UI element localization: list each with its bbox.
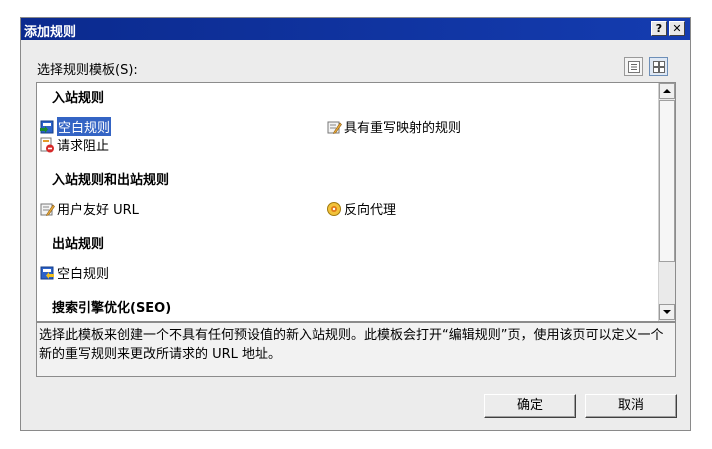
title-bar: 添加规则 ? ✕ <box>21 18 690 40</box>
window-title: 添加规则 <box>24 25 77 40</box>
arrow-up-icon <box>663 89 671 93</box>
template-label: 空白规则 <box>57 267 110 282</box>
template-label: 空白规则 <box>57 117 112 136</box>
template-request-block[interactable]: 请求阻止 <box>39 135 109 154</box>
blank-rule-icon <box>40 120 54 133</box>
template-label: 请求阻止 <box>57 139 110 154</box>
group-heading-seo: 搜索引擎优化(SEO) <box>52 301 172 316</box>
add-rule-dialog: 添加规则 ? ✕ 选择规则模板(S): 入站规则 空白规则 具有重写映射的规则 … <box>20 17 691 431</box>
tile-view-icon <box>653 61 665 73</box>
template-friendly-url[interactable]: 用户友好 URL <box>39 199 139 218</box>
template-label: 反向代理 <box>344 203 397 218</box>
scroll-down-button[interactable] <box>659 304 675 320</box>
template-label: 选择规则模板(S): <box>37 63 138 78</box>
close-button[interactable]: ✕ <box>669 21 685 36</box>
arrow-down-icon <box>663 310 671 314</box>
list-view-icon <box>628 61 640 73</box>
rewrite-map-icon <box>327 121 342 134</box>
reverse-proxy-icon <box>327 201 341 216</box>
ok-button[interactable]: 确定 <box>484 394 576 418</box>
template-description: 选择此模板来创建一个不具有任何预设值的新入站规则。此模板会打开“编辑规则”页，使… <box>36 322 676 377</box>
request-block-icon <box>40 137 54 152</box>
template-list[interactable]: 入站规则 空白规则 具有重写映射的规则 请求阻止 入站规则和出站规则 用户友好 … <box>36 82 676 322</box>
cancel-button[interactable]: 取消 <box>585 394 677 418</box>
vertical-scrollbar[interactable] <box>658 83 675 321</box>
group-heading-outbound: 出站规则 <box>52 237 105 252</box>
group-heading-inout: 入站规则和出站规则 <box>52 173 170 188</box>
help-button[interactable]: ? <box>651 21 667 36</box>
template-label: 具有重写映射的规则 <box>344 121 462 136</box>
scroll-thumb[interactable] <box>659 100 675 262</box>
template-inbound-blank[interactable]: 空白规则 <box>39 117 112 136</box>
template-rewrite-map[interactable]: 具有重写映射的规则 <box>326 117 461 136</box>
list-view-button[interactable] <box>624 57 643 76</box>
group-heading-inbound: 入站规则 <box>52 91 105 106</box>
friendly-url-icon <box>40 203 55 216</box>
scroll-up-button[interactable] <box>659 83 675 99</box>
template-label: 用户友好 URL <box>57 203 139 218</box>
tile-view-button[interactable] <box>649 57 668 76</box>
template-outbound-blank[interactable]: 空白规则 <box>39 263 109 282</box>
outbound-blank-icon <box>40 266 54 279</box>
template-reverse-proxy[interactable]: 反向代理 <box>326 199 396 218</box>
